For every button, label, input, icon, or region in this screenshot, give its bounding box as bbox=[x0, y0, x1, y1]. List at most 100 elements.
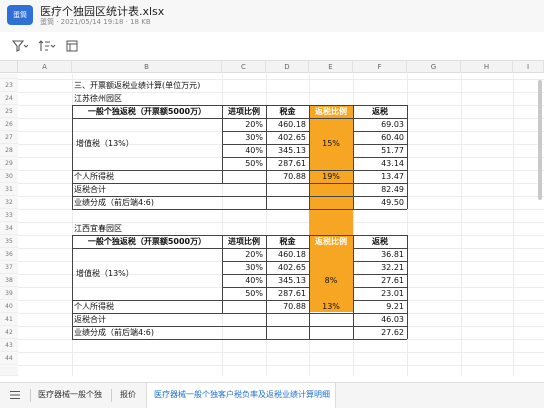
refund-cell: 23.01 bbox=[381, 289, 404, 298]
vat-label: 增值税（13%） bbox=[76, 139, 134, 148]
performance-split-label: 业绩分成（前后端4:6) bbox=[74, 328, 154, 337]
vat-refund-rate: 15% bbox=[322, 139, 340, 148]
vat-label: 增值税（13%） bbox=[76, 269, 134, 278]
sheet-list-icon[interactable] bbox=[10, 390, 20, 400]
tab-tax-refund-detail[interactable]: 医疗器械一般个独客户税负率及返税业绩计算明细 bbox=[154, 389, 330, 400]
row-number[interactable]: 32 bbox=[0, 196, 18, 209]
performance-split-value: 49.50 bbox=[381, 198, 404, 207]
title-bar: 蛋筒 医疗个独园区统计表.xlsx 蛋筒 · 2021/05/14 19:18 … bbox=[0, 0, 544, 32]
performance-split-label: 业绩分成（前后端4:6) bbox=[74, 198, 154, 207]
column-header-h[interactable]: H bbox=[461, 61, 513, 73]
refund-total-label: 返税合计 bbox=[74, 185, 106, 194]
vat-refund-rate: 8% bbox=[324, 276, 338, 285]
sheet-tab-bar: 医疗器械一般个独 报价 医疗器械一般个独客户税负率及返税业绩计算明细 bbox=[0, 382, 544, 408]
row-number[interactable]: 29 bbox=[0, 157, 18, 170]
column-header-g[interactable]: G bbox=[407, 61, 461, 73]
table-header-cell: 一般个独返税（开票额5000万） bbox=[87, 107, 207, 116]
income-refund-value: 9.21 bbox=[386, 302, 404, 311]
tab-medical-device-sole[interactable]: 医疗器械一般个独 bbox=[38, 389, 102, 400]
filter-button[interactable] bbox=[12, 38, 28, 54]
table-header-cell: 税金 bbox=[279, 107, 296, 116]
refund-total-value: 82.49 bbox=[381, 185, 404, 194]
ratio-cell: 40% bbox=[245, 276, 263, 285]
row-number[interactable]: 37 bbox=[0, 261, 18, 274]
income-refund-rate: 13% bbox=[322, 302, 340, 311]
income-tax-label: 个人所得税 bbox=[74, 302, 114, 311]
sort-button[interactable] bbox=[38, 38, 56, 54]
park-name-jiangsu: 江苏徐州园区 bbox=[74, 94, 122, 103]
tab-quote[interactable]: 报价 bbox=[120, 389, 136, 400]
refund-total-value: 46.03 bbox=[381, 315, 404, 324]
filter-icon bbox=[12, 40, 28, 52]
table-header-cell: 返税 bbox=[372, 107, 388, 116]
row-number[interactable]: 34 bbox=[0, 222, 18, 235]
column-header-row: A B C D E F G H I bbox=[0, 60, 544, 73]
row-number[interactable]: 23 bbox=[0, 79, 18, 92]
ratio-cell: 30% bbox=[245, 263, 263, 272]
file-meta: 蛋筒 · 2021/05/14 19:18 · 18 KB bbox=[40, 18, 151, 26]
table-header-cell: 一般个独返税（开票额5000万） bbox=[87, 237, 207, 246]
spreadsheet-app: 蛋筒 医疗个独园区统计表.xlsx 蛋筒 · 2021/05/14 19:18 … bbox=[0, 0, 544, 408]
refund-cell: 27.61 bbox=[381, 276, 404, 285]
row-number[interactable]: 24 bbox=[0, 92, 18, 105]
refund-cell: 36.81 bbox=[381, 250, 404, 259]
freeze-button[interactable] bbox=[66, 38, 78, 54]
row-number[interactable]: 40 bbox=[0, 300, 18, 313]
row-number[interactable]: 44 bbox=[0, 352, 18, 365]
sheet-grid[interactable]: 23 24 25 26 27 28 29 30 31 32 33 34 35 3… bbox=[0, 74, 544, 376]
income-tax-value: 70.88 bbox=[283, 172, 306, 181]
row-number[interactable] bbox=[0, 365, 18, 376]
refund-cell: 43.14 bbox=[381, 159, 404, 168]
row-number[interactable]: 30 bbox=[0, 170, 18, 183]
column-header-b[interactable]: B bbox=[72, 61, 222, 73]
performance-split-value: 27.62 bbox=[381, 328, 404, 337]
row-number[interactable]: 39 bbox=[0, 287, 18, 300]
column-header-f[interactable]: F bbox=[353, 61, 407, 73]
refund-cell: 51.77 bbox=[381, 146, 404, 155]
column-header-c[interactable]: C bbox=[222, 61, 266, 73]
tax-cell: 345.13 bbox=[278, 146, 306, 155]
sort-icon bbox=[38, 40, 56, 51]
tax-cell: 402.65 bbox=[278, 133, 306, 142]
toolbar bbox=[0, 34, 544, 58]
ratio-cell: 50% bbox=[245, 159, 263, 168]
income-refund-value: 13.47 bbox=[381, 172, 404, 181]
table-header-cell: 进项比例 bbox=[228, 237, 260, 246]
vertical-scrollbar[interactable] bbox=[538, 80, 542, 200]
ratio-cell: 50% bbox=[245, 289, 263, 298]
row-number[interactable]: 25 bbox=[0, 105, 18, 118]
row-number[interactable]: 35 bbox=[0, 235, 18, 248]
row-number[interactable]: 36 bbox=[0, 248, 18, 261]
table-header-cell: 返税 bbox=[372, 237, 388, 246]
row-number[interactable]: 26 bbox=[0, 118, 18, 131]
refund-cell: 32.21 bbox=[381, 263, 404, 272]
tax-cell: 402.65 bbox=[278, 263, 306, 272]
column-header-a[interactable]: A bbox=[18, 61, 72, 73]
row-number[interactable]: 28 bbox=[0, 144, 18, 157]
column-header-d[interactable]: D bbox=[266, 61, 309, 73]
tax-cell: 287.61 bbox=[278, 159, 306, 168]
ratio-cell: 40% bbox=[245, 146, 263, 155]
section-title: 三、开票额返税业绩计算(单位万元) bbox=[74, 81, 201, 90]
row-number[interactable]: 31 bbox=[0, 183, 18, 196]
table-header-cell: 返税比例 bbox=[315, 237, 347, 246]
select-all-corner[interactable] bbox=[0, 61, 18, 73]
income-tax-value: 70.88 bbox=[283, 302, 306, 311]
row-number[interactable]: 33 bbox=[0, 209, 18, 222]
row-number[interactable]: 43 bbox=[0, 339, 18, 352]
table-header-cell: 进项比例 bbox=[228, 107, 260, 116]
tax-cell: 460.18 bbox=[278, 120, 306, 129]
refund-total-label: 返税合计 bbox=[74, 315, 106, 324]
row-number[interactable]: 42 bbox=[0, 326, 18, 339]
column-header-i[interactable]: I bbox=[513, 61, 544, 73]
table-header-cell: 税金 bbox=[279, 237, 296, 246]
column-header-e[interactable]: E bbox=[309, 61, 353, 73]
income-refund-rate: 19% bbox=[322, 172, 340, 181]
refund-cell: 69.03 bbox=[381, 120, 404, 129]
ratio-cell: 20% bbox=[245, 250, 263, 259]
freeze-icon bbox=[66, 40, 78, 52]
row-number[interactable]: 38 bbox=[0, 274, 18, 287]
row-number[interactable]: 27 bbox=[0, 131, 18, 144]
tax-cell: 287.61 bbox=[278, 289, 306, 298]
row-number[interactable]: 41 bbox=[0, 313, 18, 326]
